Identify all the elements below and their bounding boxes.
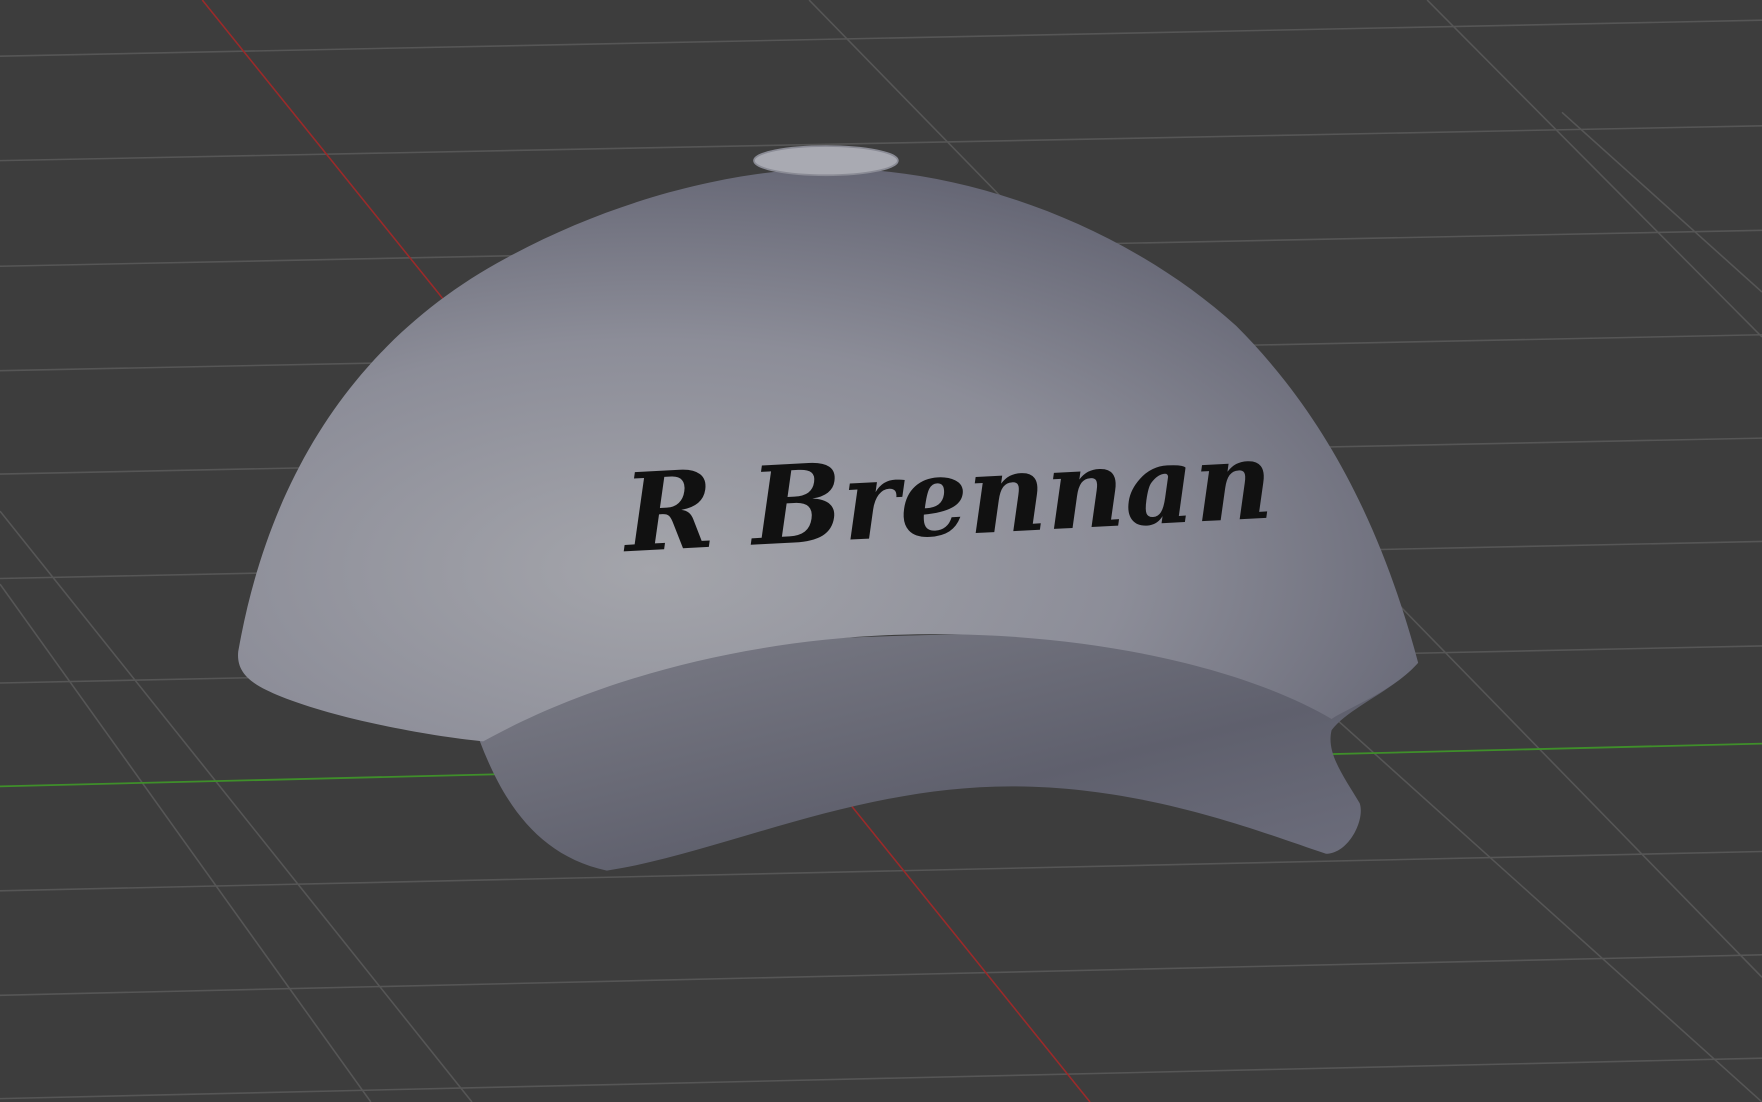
3d-viewport[interactable]: R Brennan bbox=[0, 0, 1762, 1102]
cap-top-button bbox=[753, 145, 899, 177]
